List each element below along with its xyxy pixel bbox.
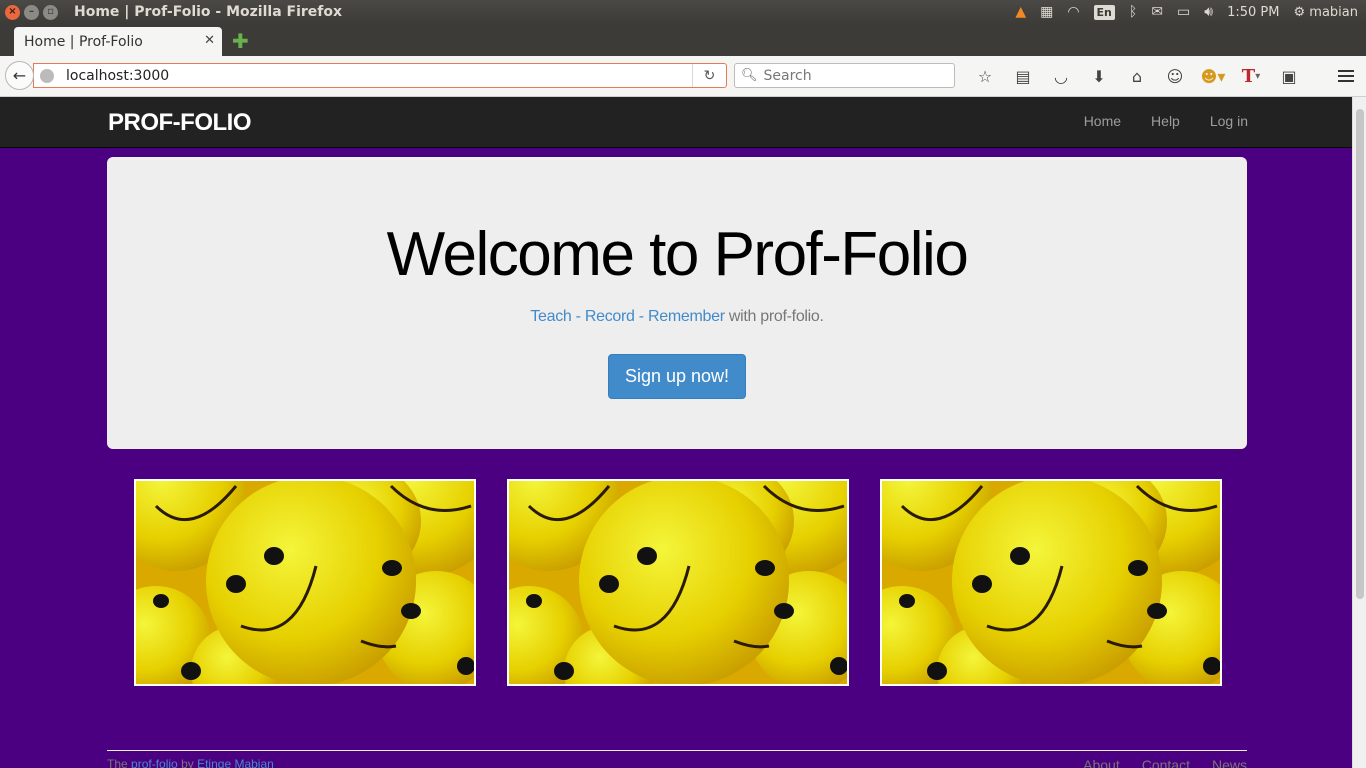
bluetooth-icon[interactable]: ᛒ [1129,4,1137,20]
text-addon-icon[interactable]: T ▾ [1232,64,1270,88]
tagline-link-record[interactable]: Record [585,308,635,325]
pocket-icon[interactable]: ◡ [1042,64,1080,88]
hero-tagline: Teach - Record - Remember with prof-foli… [107,308,1247,326]
search-bar[interactable]: 🔍︎ [734,63,955,88]
gear-icon: ⚙ [1293,4,1306,20]
signup-button[interactable]: Sign up now! [607,354,747,399]
downloads-icon[interactable]: ⬇ [1080,64,1118,88]
tab-close-icon[interactable]: ✕ [204,33,215,48]
footer-nav: About Contact News [1083,757,1247,768]
clock[interactable]: 1:50 PM [1227,5,1279,20]
site-nav-links: Home Help Log in [1054,113,1248,129]
browser-tab[interactable]: Home | Prof-Folio ✕ [14,27,222,56]
hero-jumbotron: Welcome to Prof-Folio Teach - Record - R… [107,157,1247,449]
system-tray: ▲ ▦ ◠ En ᛒ ✉ ▭ 🔊︎ 1:50 PM ⚙ mabian [1015,0,1358,24]
reload-icon[interactable]: ↻ [692,64,726,87]
new-tab-button[interactable]: ✚ [232,29,252,53]
window-close-button[interactable]: × [5,4,20,20]
site-footer: The prof-folio by Etinge Mabian About Co… [107,750,1247,768]
nav-login-link[interactable]: Log in [1180,113,1248,129]
browser-toolbar: localhost:3000 ↻ ← 🔍︎ ☆ ▤ ◡ ⬇ ⌂ ☺ ☻▾ T▾ … [0,56,1366,97]
window-maximize-button[interactable]: ▫ [43,4,58,20]
site-logo[interactable]: PROF-FOLIO [108,109,251,137]
window-title: Home | Prof-Folio - Mozilla Firefox [74,4,343,20]
tagline-link-teach[interactable]: Teach [530,308,572,325]
home-icon[interactable]: ⌂ [1118,64,1156,88]
tagline-suffix: with prof-folio. [728,308,824,325]
wifi-icon[interactable]: ◠ [1067,4,1079,20]
mail-icon[interactable]: ✉ [1151,4,1163,20]
tagline-separator: - [638,308,648,325]
screenshot-addon-icon[interactable]: ▣ [1270,64,1308,88]
site-identity-icon[interactable] [40,68,54,83]
session-menu[interactable]: ⚙ mabian [1294,5,1359,20]
window-title-bar: × – ▫ Home | Prof-Folio - Mozilla Firefo… [0,0,1366,24]
chat-icon[interactable]: ☺ [1156,64,1194,88]
back-button[interactable]: ← [5,61,34,90]
back-arrow-icon: ← [12,66,27,85]
vlc-icon[interactable]: ▲ [1015,4,1026,20]
footer-author-link[interactable]: Etinge Mabian [197,757,274,768]
footer-news-link[interactable]: News [1212,757,1247,768]
nav-help-link[interactable]: Help [1121,113,1180,129]
tagline-separator: - [575,308,585,325]
volume-icon[interactable]: 🔊︎ [1204,4,1213,20]
search-icon: 🔍︎ [741,68,758,83]
menu-hamburger-icon[interactable] [1334,64,1358,88]
url-text[interactable]: localhost:3000 [66,68,169,84]
smiley-image [507,479,849,686]
scrollbar-thumb[interactable] [1356,109,1364,599]
bookmark-star-icon[interactable]: ☆ [966,64,1004,88]
username: mabian [1309,4,1358,20]
toolbar-icons: ☆ ▤ ◡ ⬇ ⌂ ☺ ☻▾ T ▾ ▣ [966,64,1308,88]
tab-title: Home | Prof-Folio [24,33,143,50]
search-input[interactable] [763,67,954,84]
plus-icon: ✚ [232,29,249,53]
smiley-image [880,479,1222,686]
reading-list-icon[interactable]: ▤ [1004,64,1042,88]
tab-strip: Home | Prof-Folio ✕ ✚ [0,24,1366,56]
workspaces-icon[interactable]: ▦ [1040,4,1053,20]
page-scrollbar[interactable] [1352,97,1366,768]
nav-home-link[interactable]: Home [1054,113,1121,129]
tagline-link-remember[interactable]: Remember [648,308,725,325]
hero-title: Welcome to Prof-Folio [386,220,969,289]
battery-icon[interactable]: ▭ [1177,4,1190,20]
footer-project-link[interactable]: prof-folio [131,757,178,768]
window-controls: × – ▫ [5,4,58,20]
window-minimize-button[interactable]: – [24,4,39,20]
addon-face-icon[interactable]: ☻▾ [1194,64,1232,88]
footer-prefix: The [107,757,128,768]
footer-about-link[interactable]: About [1083,757,1120,768]
page-viewport: PROF-FOLIO Home Help Log in Welcome to P… [0,97,1366,768]
keyboard-language-indicator[interactable]: En [1093,4,1115,20]
url-bar[interactable]: localhost:3000 ↻ [33,63,727,88]
smiley-image [134,479,476,686]
footer-contact-link[interactable]: Contact [1142,757,1190,768]
image-gallery [134,479,1222,686]
site-navbar: PROF-FOLIO Home Help Log in [0,97,1352,148]
footer-by: by [181,757,194,768]
